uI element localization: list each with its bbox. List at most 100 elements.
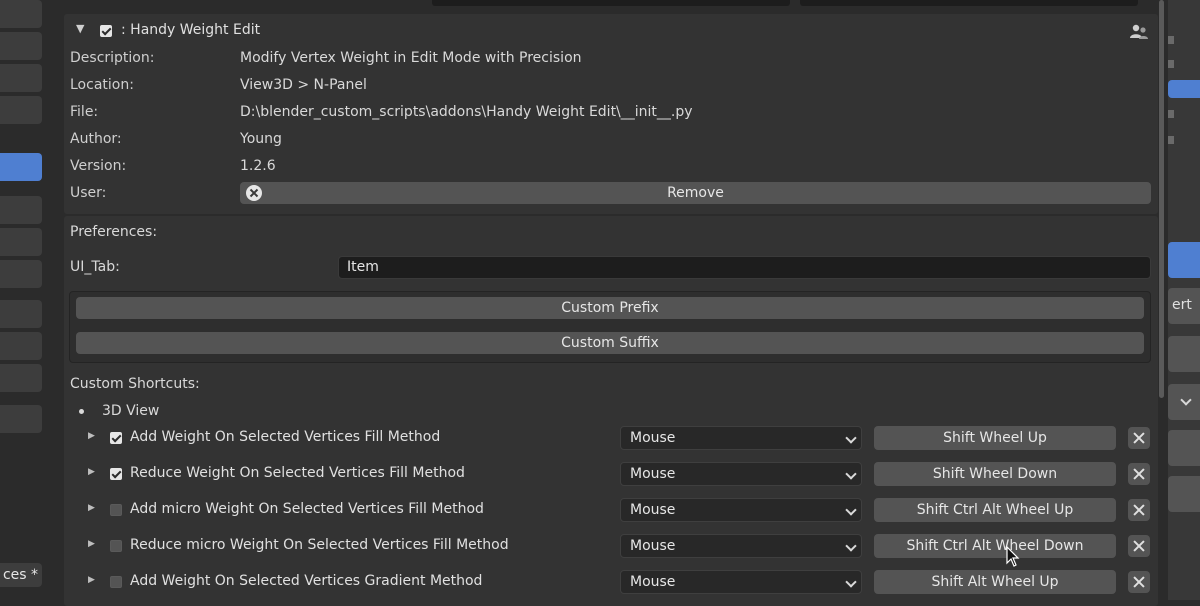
shortcut-row: ▶ Reduce micro Weight On Selected Vertic…: [64, 534, 1158, 558]
partial-button[interactable]: ert: [1168, 288, 1200, 324]
input-type-value: Mouse: [630, 574, 676, 590]
sidebar-item[interactable]: [0, 405, 42, 433]
partial-button[interactable]: [1168, 476, 1200, 512]
partial-field[interactable]: [800, 0, 1138, 6]
info-value: 1.2.6: [240, 158, 276, 174]
remove-x-icon: [245, 184, 263, 202]
delete-shortcut-button[interactable]: [1128, 535, 1150, 557]
info-value: Modify Vertex Weight in Edit Mode with P…: [240, 50, 582, 66]
bullet-icon: [79, 409, 84, 414]
left-sidebar: ces *: [0, 0, 44, 600]
info-label: File:: [70, 104, 99, 120]
partial-checkbox[interactable]: [1168, 110, 1174, 118]
sidebar-item[interactable]: [0, 364, 42, 392]
scrollbar-thumb[interactable]: [1159, 0, 1164, 398]
sidebar-item[interactable]: [0, 196, 42, 224]
sidebar-item[interactable]: [0, 228, 42, 256]
collapse-arrow-icon[interactable]: ▼: [76, 22, 84, 35]
top-partial-row: [44, 0, 1158, 12]
delete-shortcut-button[interactable]: [1128, 427, 1150, 449]
delete-shortcut-button[interactable]: [1128, 499, 1150, 521]
expand-arrow-icon[interactable]: ▶: [88, 503, 95, 513]
input-type-select[interactable]: Mouse: [620, 462, 862, 486]
sidebar-item[interactable]: [0, 332, 42, 360]
addon-enable-checkbox[interactable]: [100, 25, 112, 37]
shortcut-enable-checkbox[interactable]: [110, 468, 122, 480]
expand-arrow-icon[interactable]: ▶: [88, 467, 95, 477]
addon-header[interactable]: ▼ : Handy Weight Edit: [64, 14, 1158, 44]
input-type-value: Mouse: [630, 466, 676, 482]
shortcut-enable-checkbox[interactable]: [110, 504, 122, 516]
shortcut-enable-checkbox[interactable]: [110, 432, 122, 444]
shortcut-enable-checkbox[interactable]: [110, 576, 122, 588]
sidebar-item[interactable]: [0, 260, 42, 288]
shortcut-row: ▶ Reduce Weight On Selected Vertices Fil…: [64, 462, 1158, 486]
sidebar-item[interactable]: [0, 0, 42, 28]
expand-arrow-icon[interactable]: ▶: [88, 539, 95, 549]
expand-arrow-icon[interactable]: ▶: [88, 431, 95, 441]
shortcut-label: Add micro Weight On Selected Vertices Fi…: [130, 501, 484, 517]
info-value: View3D > N-Panel: [240, 77, 367, 93]
partial-checkbox[interactable]: [1168, 60, 1174, 68]
user-addon-icon: [1130, 24, 1148, 44]
sidebar-save-preferences-button[interactable]: ces *: [0, 563, 42, 587]
chevron-down-icon: [845, 432, 857, 444]
ui-tab-input[interactable]: Item: [338, 256, 1151, 279]
key-binding-button[interactable]: Shift Wheel Down: [874, 462, 1116, 486]
sidebar-item[interactable]: [0, 64, 42, 92]
chevron-down-icon: [845, 540, 857, 552]
shortcut-enable-checkbox[interactable]: [110, 540, 122, 552]
input-type-select[interactable]: Mouse: [620, 426, 862, 450]
shortcut-row: ▶ Add Weight On Selected Vertices Fill M…: [64, 426, 1158, 450]
remove-button[interactable]: Remove: [240, 182, 1151, 204]
preferences-panel: Preferences: UI_Tab: Item Custom Prefix …: [64, 216, 1158, 606]
sidebar-item-active[interactable]: [0, 153, 42, 181]
key-binding-button[interactable]: Shift Alt Wheel Up: [874, 570, 1116, 594]
right-partial-panel: ert: [1168, 0, 1200, 600]
partial-button[interactable]: [1168, 430, 1200, 466]
chevron-down-icon: [845, 504, 857, 516]
partial-button[interactable]: [1168, 336, 1200, 372]
key-binding-button[interactable]: Shift Ctrl Alt Wheel Up: [874, 498, 1116, 522]
partial-checkbox[interactable]: [1168, 36, 1174, 44]
info-value: D:\blender_custom_scripts\addons\Handy W…: [240, 104, 693, 120]
shortcut-label: Add Weight On Selected Vertices Fill Met…: [130, 429, 441, 445]
shortcut-category: 3D View: [102, 403, 160, 419]
delete-shortcut-button[interactable]: [1128, 571, 1150, 593]
info-label: User:: [70, 185, 107, 201]
vertical-scrollbar[interactable]: [1158, 0, 1166, 600]
expand-arrow-icon[interactable]: ▶: [88, 575, 95, 585]
sidebar-item[interactable]: [0, 300, 42, 328]
chevron-down-icon: [1180, 394, 1192, 406]
partial-accent-button[interactable]: [1168, 80, 1200, 98]
shortcut-label: Add Weight On Selected Vertices Gradient…: [130, 573, 483, 589]
sidebar-item[interactable]: [0, 32, 42, 60]
info-label: Description:: [70, 50, 155, 66]
partial-dropdown[interactable]: [1168, 384, 1200, 420]
input-type-select[interactable]: Mouse: [620, 498, 862, 522]
key-binding-button[interactable]: Shift Wheel Up: [874, 426, 1116, 450]
info-label: Version:: [70, 158, 127, 174]
key-binding-button[interactable]: Shift Ctrl Alt Wheel Down: [874, 534, 1116, 558]
input-type-value: Mouse: [630, 430, 676, 446]
input-type-select[interactable]: Mouse: [620, 534, 862, 558]
shortcut-label: Reduce micro Weight On Selected Vertices…: [130, 537, 509, 553]
partial-checkbox[interactable]: [1168, 136, 1174, 144]
mouse-cursor-icon: [1006, 545, 1020, 572]
addon-panel: ▼ : Handy Weight Edit Description: Modif…: [64, 14, 1158, 214]
delete-shortcut-button[interactable]: [1128, 463, 1150, 485]
preferences-heading: Preferences:: [70, 224, 158, 240]
remove-label: Remove: [667, 185, 724, 201]
sidebar-item[interactable]: [0, 96, 42, 124]
custom-prefix-button[interactable]: Custom Prefix: [76, 297, 1144, 319]
chevron-down-icon: [845, 576, 857, 588]
info-label: Location:: [70, 77, 134, 93]
partial-accent-button[interactable]: [1168, 242, 1200, 278]
partial-button-label: ert: [1172, 297, 1192, 313]
input-type-select[interactable]: Mouse: [620, 570, 862, 594]
info-label: Author:: [70, 131, 122, 147]
custom-shortcuts-heading: Custom Shortcuts:: [70, 376, 200, 392]
partial-field[interactable]: [432, 0, 790, 6]
addon-title: : Handy Weight Edit: [121, 22, 261, 38]
custom-suffix-button[interactable]: Custom Suffix: [76, 332, 1144, 354]
